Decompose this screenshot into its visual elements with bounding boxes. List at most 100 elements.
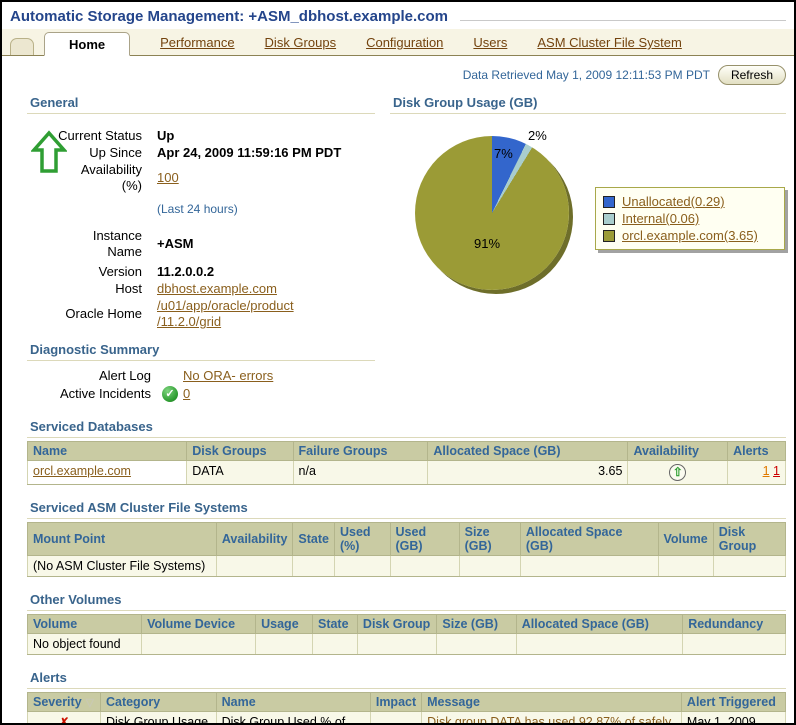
tab-bar: Home Performance Disk Groups Configurati…: [2, 29, 794, 56]
col-impact: Impact: [370, 693, 421, 712]
legend-link-unallocated[interactable]: Unallocated(0.29): [622, 193, 725, 210]
col-category: Category: [100, 693, 216, 712]
col-volume: Volume: [658, 523, 713, 556]
availability-link[interactable]: 100: [157, 170, 179, 185]
col-usage: Usage: [256, 615, 313, 634]
field-label: Version: [27, 264, 157, 280]
tab-configuration[interactable]: Configuration: [366, 35, 443, 50]
tab-performance[interactable]: Performance: [160, 35, 234, 50]
col-mount-point: Mount Point: [28, 523, 217, 556]
col-alerts: Alerts: [728, 442, 786, 461]
serviced-databases-table: Name Disk Groups Failure Groups Allocate…: [27, 441, 786, 485]
legend-link-orcl[interactable]: orcl.example.com(3.65): [622, 227, 758, 244]
oracle-home-link[interactable]: /u01/app/oracle/product /11.2.0/grid: [157, 298, 294, 329]
legend-link-internal[interactable]: Internal(0.06): [622, 210, 699, 227]
field-active-incidents: Active Incidents ✓ 0: [27, 385, 375, 402]
alert-row: ✗ Disk Group Usage Disk Group Used % of …: [28, 712, 786, 725]
chart-legend: Unallocated(0.29) Internal(0.06) orcl.ex…: [595, 187, 785, 250]
tab-users[interactable]: Users: [473, 35, 507, 50]
tab-asm-cluster-file-system[interactable]: ASM Cluster File System: [537, 35, 681, 50]
general-column: General Current Status Up Up Since Apr 2…: [27, 95, 375, 404]
empty-message-cell: No object found: [28, 634, 142, 655]
pie-chart: [415, 136, 569, 290]
legend-swatch-unallocated: [603, 196, 615, 208]
col-allocated-space: Allocated Space (GB): [428, 442, 628, 461]
critical-alerts-link[interactable]: 1: [773, 464, 780, 478]
database-link[interactable]: orcl.example.com: [33, 464, 131, 478]
field-host: Host dbhost.example.com: [27, 281, 375, 297]
col-disk-group: Disk Group: [357, 615, 437, 634]
warning-alerts-link[interactable]: 1: [763, 464, 770, 478]
refresh-button[interactable]: Refresh: [718, 65, 786, 85]
legend-item-unallocated: Unallocated(0.29): [603, 193, 777, 210]
data-retrieved-timestamp: Data Retrieved May 1, 2009 12:11:53 PM P…: [463, 68, 710, 82]
field-instance-name: Instance Name +ASM: [27, 228, 375, 260]
empty-row: No object found: [28, 634, 786, 655]
col-availability: Availability: [216, 523, 293, 556]
field-label: Oracle Home: [27, 306, 157, 322]
field-oracle-home: Oracle Home /u01/app/oracle/product /11.…: [27, 298, 375, 330]
field-up-since: Up Since Apr 24, 2009 11:59:16 PM PDT: [27, 145, 375, 161]
table-header-row: Mount Point Availability State Used (%) …: [28, 523, 786, 556]
serviced-databases-heading: Serviced Databases: [27, 419, 786, 438]
alert-log-link[interactable]: No ORA- errors: [183, 368, 273, 383]
top-columns: General Current Status Up Up Since Apr 2…: [10, 95, 786, 404]
page-title: Automatic Storage Management: +ASM_dbhos…: [10, 8, 448, 25]
page-content: Data Retrieved May 1, 2009 12:11:53 PM P…: [2, 65, 794, 725]
other-volumes-heading: Other Volumes: [27, 592, 786, 611]
col-state: State: [312, 615, 357, 634]
col-state: State: [293, 523, 335, 556]
other-volumes-section: Other Volumes Volume Volume Device Usage…: [10, 592, 786, 655]
general-body: Current Status Up Up Since Apr 24, 2009 …: [27, 114, 375, 330]
col-used-gb: Used (GB): [390, 523, 459, 556]
active-incidents-link[interactable]: 0: [183, 386, 190, 401]
allocated-space-cell: 3.65: [428, 461, 628, 485]
host-link[interactable]: dbhost.example.com: [157, 281, 277, 296]
field-label: Alert Log: [27, 368, 157, 383]
impact-cell: [370, 712, 421, 725]
up-since-value: Apr 24, 2009 11:59:16 PM PDT: [157, 145, 375, 161]
tab-disk-groups[interactable]: Disk Groups: [265, 35, 337, 50]
alerts-heading: Alerts: [27, 670, 786, 689]
alert-message-link[interactable]: Disk group DATA has used 92.87% of safel…: [427, 715, 671, 725]
disk-groups-cell: DATA: [187, 461, 293, 485]
col-size-gb: Size (GB): [437, 615, 516, 634]
field-availability-note: (Last 24 hours): [27, 195, 375, 227]
availability-up-icon: ⇧: [669, 464, 686, 481]
refresh-area: Data Retrieved May 1, 2009 12:11:53 PM P…: [10, 65, 786, 85]
asm-home-page: Automatic Storage Management: +ASM_dbhos…: [0, 0, 796, 725]
col-failure-groups: Failure Groups: [293, 442, 428, 461]
col-size-gb: Size (GB): [459, 523, 520, 556]
instance-name-value: +ASM: [157, 236, 375, 252]
category-cell: Disk Group Usage: [100, 712, 216, 725]
page-header: Automatic Storage Management: +ASM_dbhos…: [2, 2, 794, 26]
tab-home[interactable]: Home: [44, 32, 130, 56]
diagnostic-summary-section: Diagnostic Summary Alert Log No ORA- err…: [27, 342, 375, 402]
col-availability: Availability: [628, 442, 728, 461]
col-severity[interactable]: Severity▽: [28, 693, 101, 712]
status-up-arrow-icon: [31, 130, 67, 177]
acfs-heading: Serviced ASM Cluster File Systems: [27, 500, 786, 519]
legend-item-internal: Internal(0.06): [603, 210, 777, 227]
acfs-section: Serviced ASM Cluster File Systems Mount …: [10, 500, 786, 577]
general-heading: General: [27, 95, 375, 114]
field-version: Version 11.2.0.0.2: [27, 264, 375, 280]
disk-group-usage-chart: 7% 2% 91% Unallocated(0.29) Internal(0.0…: [390, 114, 786, 314]
other-volumes-table: Volume Volume Device Usage State Disk Gr…: [27, 614, 786, 655]
col-volume-device: Volume Device: [142, 615, 256, 634]
disk-group-usage-heading: Disk Group Usage (GB): [390, 95, 786, 114]
critical-severity-icon: ✗: [59, 715, 70, 725]
version-value: 11.2.0.0.2: [157, 264, 375, 280]
pie-label-internal: 2%: [528, 128, 547, 143]
col-name: Name: [28, 442, 187, 461]
disk-group-usage-column: Disk Group Usage (GB) 7% 2% 91% Unalloca…: [390, 95, 786, 404]
alerts-table: Severity▽ Category Name Impact Message A…: [27, 692, 786, 725]
diagnostic-summary-heading: Diagnostic Summary: [27, 342, 375, 361]
col-allocated-space: Allocated Space (GB): [516, 615, 682, 634]
field-availability: Availability (%) 100: [27, 162, 375, 194]
col-name: Name: [216, 693, 370, 712]
availability-period-note: (Last 24 hours): [157, 201, 375, 217]
legend-item-orcl: orcl.example.com(3.65): [603, 227, 777, 244]
col-allocated-space: Allocated Space (GB): [520, 523, 658, 556]
name-cell: Disk Group Used % of Safely Usable: [216, 712, 370, 725]
